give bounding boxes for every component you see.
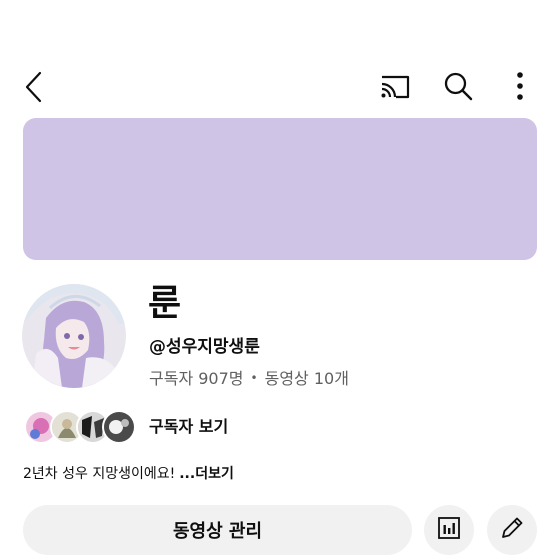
view-subscribers-link[interactable]: 구독자 보기 — [149, 416, 228, 438]
subscriber-count: 구독자 907명 — [149, 369, 244, 388]
edit-button[interactable] — [487, 505, 537, 555]
analytics-button[interactable] — [424, 505, 474, 555]
subscriber-avatar — [102, 410, 136, 444]
search-icon[interactable] — [442, 70, 474, 102]
channel-description[interactable]: 2년차 성우 지망생이에요! ...더보기 — [23, 463, 234, 485]
channel-avatar[interactable] — [22, 284, 126, 388]
back-icon[interactable] — [22, 70, 48, 104]
pencil-icon — [499, 515, 525, 545]
analytics-icon — [437, 516, 461, 544]
manage-videos-button[interactable]: 동영상 관리 — [23, 505, 412, 555]
description-text: 2년차 성우 지망생이에요! — [23, 466, 176, 482]
channel-banner — [23, 118, 537, 260]
channel-handle: @성우지망생룬 — [149, 337, 260, 357]
more-link[interactable]: ...더보기 — [179, 466, 234, 482]
channel-name: 룬 — [148, 283, 183, 324]
channel-stats: 구독자 907명 • 동영상 10개 — [149, 367, 349, 390]
separator-dot: • — [250, 371, 258, 385]
more-vertical-icon[interactable] — [510, 70, 530, 102]
subscriber-avatars[interactable] — [24, 410, 136, 444]
cast-icon[interactable] — [378, 72, 412, 102]
video-count: 동영상 10개 — [264, 369, 349, 388]
